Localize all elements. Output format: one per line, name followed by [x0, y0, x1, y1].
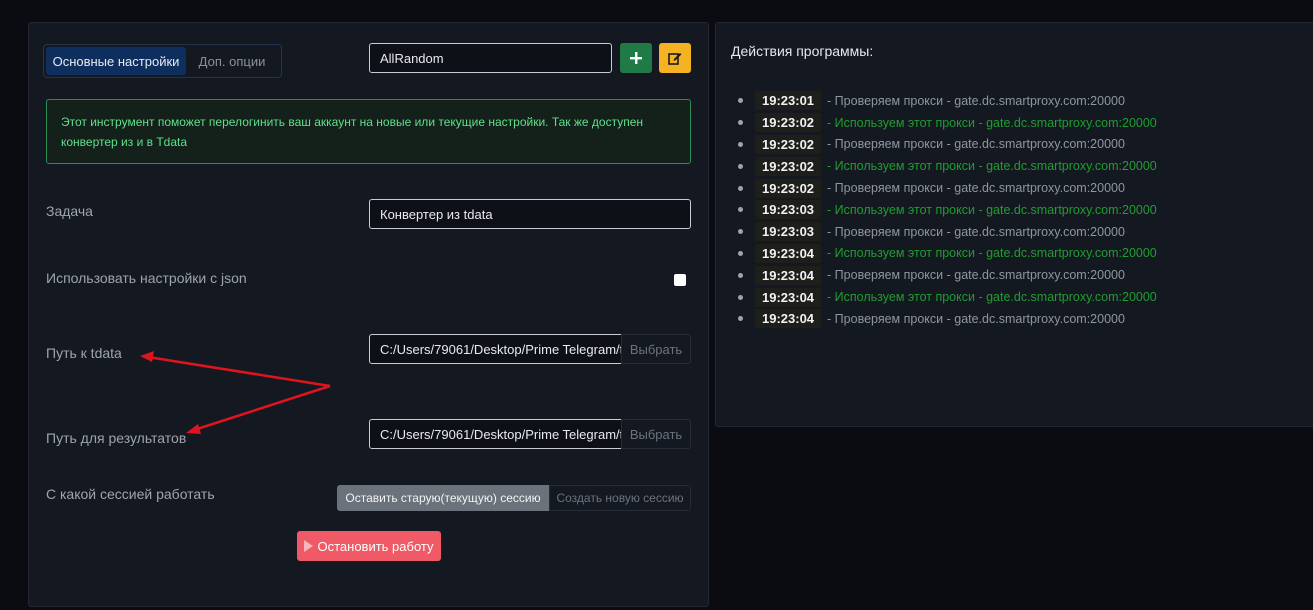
log-item: 19:23:01 - Проверяем прокси - gate.dc.sma… [738, 90, 1157, 112]
session-label: С какой сессией работать [46, 486, 215, 502]
log-time: 19:23:01 [755, 91, 822, 111]
log-message: - Проверяем прокси - gate.dc.smartproxy.… [827, 137, 1125, 152]
bullet-icon [738, 294, 743, 300]
log-item: 19:23:03 - Используем этот прокси - gate.… [738, 199, 1157, 221]
log-item: 19:23:04 - Используем этот прокси - gate.… [738, 286, 1157, 308]
log-time: 19:23:03 [755, 222, 822, 242]
stop-button-label: Остановить работу [317, 538, 434, 554]
log-message: - Проверяем прокси - gate.dc.smartproxy.… [827, 311, 1125, 326]
log-message: - Используем этот прокси - gate.dc.smart… [827, 290, 1157, 305]
log-message: - Проверяем прокси - gate.dc.smartproxy.… [827, 224, 1125, 239]
json-settings-label: Использовать настройки с json [46, 270, 247, 286]
log-item: 19:23:02 - Проверяем прокси - gate.dc.sma… [738, 177, 1157, 199]
log-item: 19:23:02 - Используем этот прокси - gate.… [738, 155, 1157, 177]
log-item: 19:23:02 - Проверяем прокси - gate.dc.sma… [738, 134, 1157, 156]
log-time: 19:23:04 [755, 287, 822, 307]
info-alert: Этот инструмент поможет перелогинить ваш… [46, 99, 691, 164]
bullet-icon [738, 207, 743, 213]
tdata-pick-button[interactable]: Выбрать [621, 334, 691, 364]
bullet-icon [738, 163, 743, 169]
log-time: 19:23:02 [755, 134, 822, 154]
settings-tabs: Основные настройки Доп. опции [43, 44, 282, 78]
log-message: - Используем этот прокси - gate.dc.smart… [827, 246, 1157, 261]
log-time: 19:23:02 [755, 178, 822, 198]
log-item: 19:23:03 - Проверяем прокси - gate.dc.sma… [738, 221, 1157, 243]
edit-icon [668, 53, 682, 65]
play-icon [304, 540, 314, 552]
bullet-icon [738, 120, 743, 126]
log-time: 19:23:04 [755, 265, 822, 285]
log-time: 19:23:04 [755, 309, 822, 329]
log-message: - Используем этот прокси - gate.dc.smart… [827, 202, 1157, 217]
log-item: 19:23:04 - Используем этот прокси - gate.… [738, 243, 1157, 265]
log-message: - Используем этот прокси - gate.dc.smart… [827, 115, 1157, 130]
tdata-path-label: Путь к tdata [46, 345, 122, 361]
edit-button[interactable] [659, 43, 691, 73]
profile-input[interactable]: AllRandom [369, 43, 612, 73]
bullet-icon [738, 141, 743, 147]
plus-icon [630, 52, 642, 64]
bullet-icon [738, 250, 743, 256]
add-button[interactable] [620, 43, 652, 73]
settings-panel: Основные настройки Доп. опции AllRandom … [28, 22, 709, 607]
log-time: 19:23:02 [755, 156, 822, 176]
log-item: 19:23:04 - Проверяем прокси - gate.dc.sma… [738, 308, 1157, 330]
tab-main-settings[interactable]: Основные настройки [46, 47, 186, 75]
task-label: Задача [46, 203, 93, 219]
json-settings-checkbox[interactable] [674, 274, 686, 286]
bullet-icon [738, 272, 743, 278]
bullet-icon [738, 98, 743, 104]
log-panel: Действия программы: 19:23:01 - Проверяем … [715, 22, 1313, 427]
session-keep-button[interactable]: Оставить старую(текущую) сессию [337, 485, 549, 511]
results-pick-button[interactable]: Выбрать [621, 419, 691, 449]
log-list: 19:23:01 - Проверяем прокси - gate.dc.sma… [738, 90, 1157, 330]
log-message: - Проверяем прокси - gate.dc.smartproxy.… [827, 268, 1125, 283]
results-path-input[interactable]: C:/Users/79061/Desktop/Prime Telegram/td… [369, 419, 622, 449]
log-message: - Проверяем прокси - gate.dc.smartproxy.… [827, 181, 1125, 196]
log-title: Действия программы: [731, 43, 874, 59]
log-time: 19:23:04 [755, 243, 822, 263]
log-item: 19:23:02 - Используем этот прокси - gate.… [738, 112, 1157, 134]
tab-extra-options[interactable]: Доп. опции [186, 47, 278, 75]
log-item: 19:23:04 - Проверяем прокси - gate.dc.sma… [738, 264, 1157, 286]
bullet-icon [738, 185, 743, 191]
log-message: - Используем этот прокси - gate.dc.smart… [827, 159, 1157, 174]
log-time: 19:23:03 [755, 200, 822, 220]
log-time: 19:23:02 [755, 113, 822, 133]
stop-button[interactable]: Остановить работу [297, 531, 441, 561]
tdata-path-input[interactable]: C:/Users/79061/Desktop/Prime Telegram/td… [369, 334, 622, 364]
bullet-icon [738, 229, 743, 235]
log-message: - Проверяем прокси - gate.dc.smartproxy.… [827, 93, 1125, 108]
bullet-icon [738, 316, 743, 322]
task-select[interactable]: Конвертер из tdata [369, 199, 691, 229]
results-path-label: Путь для результатов [46, 430, 187, 446]
session-new-button[interactable]: Создать новую сессию [549, 485, 691, 511]
